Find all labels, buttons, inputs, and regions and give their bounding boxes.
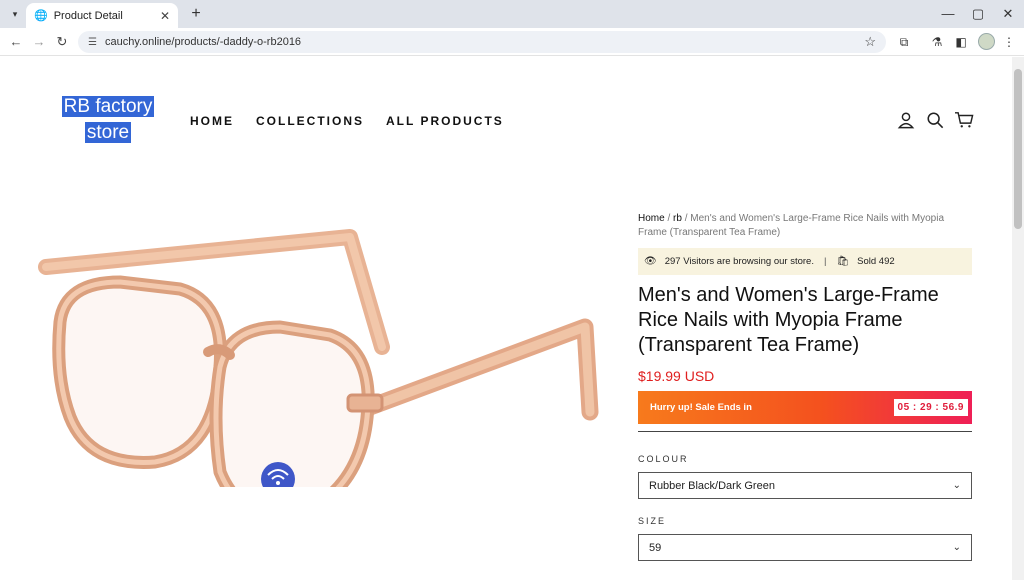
back-icon[interactable]: ←: [6, 32, 26, 52]
eye-icon: 👁: [644, 256, 657, 267]
size-label: SIZE: [638, 516, 667, 526]
main-nav: HOME COLLECTIONS ALL PRODUCTS: [190, 114, 504, 128]
browser-tab-strip: ▾ 🌐 Product Detail ✕ + — ▢ ✕: [0, 0, 1024, 28]
minimize-icon[interactable]: —: [936, 4, 960, 24]
url-text[interactable]: cauchy.online/products/-daddy-o-rb2016: [105, 36, 864, 48]
scrollbar-thumb[interactable]: [1014, 69, 1022, 229]
nav-home[interactable]: HOME: [190, 114, 234, 128]
tab-title: Product Detail: [53, 9, 123, 22]
divider: [638, 431, 972, 432]
product-title: Men's and Women's Large-Frame Rice Nails…: [638, 284, 939, 356]
browser-menu-icon[interactable]: ⋮: [1000, 33, 1018, 51]
chevron-down-icon: ⌄: [952, 542, 961, 553]
cart-icon[interactable]: [954, 111, 974, 129]
sidebar-icon[interactable]: ◧: [952, 33, 970, 51]
maximize-icon[interactable]: ▢: [966, 4, 990, 24]
labs-icon[interactable]: ⚗: [928, 33, 946, 51]
logo-line2: store: [84, 122, 132, 143]
colour-label: COLOUR: [638, 454, 689, 464]
breadcrumb-collection[interactable]: rb: [673, 213, 682, 224]
account-icon[interactable]: [897, 111, 915, 129]
sale-countdown-bar: Hurry up! Sale Ends in 05 : 29 : 56.9: [638, 391, 972, 424]
new-tab-icon[interactable]: +: [186, 4, 206, 24]
store-logo[interactable]: RB factory store: [56, 94, 160, 146]
product-info: Home / rb / Men's and Women's Large-Fram…: [638, 212, 972, 561]
sold-text: Sold 492: [857, 256, 895, 267]
product-image-glasses[interactable]: [30, 217, 600, 487]
extensions-icon[interactable]: ⧉: [895, 33, 913, 51]
browser-toolbar: ← → ↻ ☰ cauchy.online/products/-daddy-o-…: [0, 28, 1024, 56]
chevron-down-icon: ⌄: [952, 480, 961, 491]
forward-icon[interactable]: →: [29, 32, 49, 52]
window-close-icon[interactable]: ✕: [996, 4, 1020, 24]
address-bar[interactable]: ☰ cauchy.online/products/-daddy-o-rb2016…: [78, 31, 886, 53]
breadcrumb-home[interactable]: Home: [638, 213, 665, 224]
search-icon[interactable]: [926, 111, 944, 129]
bookmark-star-icon[interactable]: ☆: [864, 34, 876, 50]
visitors-text: 297 Visitors are browsing our store.: [664, 256, 814, 267]
visitors-banner: 👁 297 Visitors are browsing our store. |…: [638, 248, 972, 275]
browser-tab-active[interactable]: 🌐 Product Detail ✕: [26, 3, 178, 28]
nav-all-products[interactable]: ALL PRODUCTS: [386, 114, 504, 128]
size-select[interactable]: 59 ⌄: [638, 534, 972, 561]
tab-search-icon[interactable]: ▾: [6, 5, 24, 23]
tab-close-icon[interactable]: ✕: [160, 9, 170, 23]
product-price: $19.99 USD: [638, 368, 715, 384]
countdown-timer: 05 : 29 : 56.9: [893, 399, 968, 416]
page-scrollbar[interactable]: [1012, 57, 1024, 580]
profile-avatar[interactable]: [978, 33, 995, 50]
banner-separator: |: [823, 256, 827, 267]
sale-text: Hurry up! Sale Ends in: [650, 402, 752, 413]
breadcrumb-separator: /: [664, 213, 674, 224]
globe-icon: 🌐: [34, 10, 48, 22]
nav-collections[interactable]: COLLECTIONS: [256, 114, 364, 128]
logo-line1: RB factory: [61, 96, 155, 117]
colour-select[interactable]: Rubber Black/Dark Green ⌄: [638, 472, 972, 499]
shopping-bag-icon: 🛍: [836, 256, 850, 267]
site-settings-icon[interactable]: ☰: [88, 37, 97, 48]
colour-select-value: Rubber Black/Dark Green: [649, 479, 775, 492]
page-viewport: RB factory store HOME COLLECTIONS ALL PR…: [0, 57, 1012, 580]
reload-icon[interactable]: ↻: [52, 32, 72, 52]
size-select-value: 59: [649, 541, 662, 554]
breadcrumb: Home / rb / Men's and Women's Large-Fram…: [638, 212, 972, 240]
